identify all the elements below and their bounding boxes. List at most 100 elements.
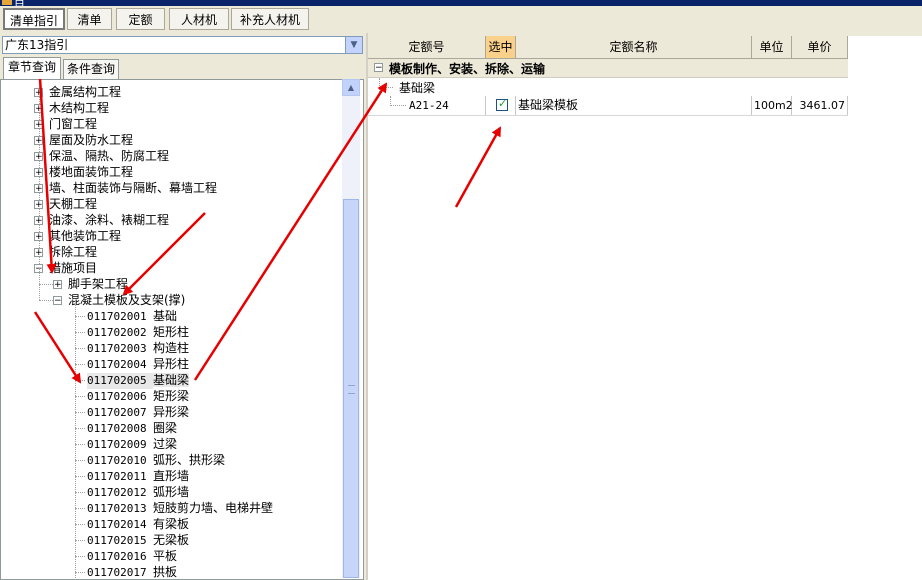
- tree-node[interactable]: + 楼地面装饰工程: [34, 164, 133, 180]
- scroll-up-icon[interactable]: ▲: [342, 79, 360, 96]
- tree-node[interactable]: + 墙、柱面装饰与隔断、幕墙工程: [34, 180, 217, 196]
- tree-leaf[interactable]: 011702008 圈梁: [87, 420, 177, 436]
- tree-leaf[interactable]: 011702001 基础: [87, 308, 177, 324]
- tree-node-label: 门窗工程: [49, 117, 98, 131]
- tab-bill[interactable]: 清单: [67, 8, 112, 30]
- tree-leaf[interactable]: 011702012 弧形墙: [87, 484, 189, 500]
- expand-icon[interactable]: +: [34, 216, 43, 226]
- tree-leaf-code: 011702001: [87, 310, 147, 323]
- tree-node[interactable]: + 拆除工程: [34, 244, 97, 260]
- tree-leaf[interactable]: 011702011 直形墙: [87, 468, 189, 484]
- tree-leaf-code: 011702017: [87, 566, 147, 579]
- tree-node[interactable]: + 脚手架工程: [53, 276, 128, 292]
- tree-leaf-name: 构造柱: [153, 341, 190, 355]
- expand-icon[interactable]: +: [34, 120, 43, 130]
- col-selected[interactable]: 选中: [486, 36, 516, 58]
- chevron-down-icon[interactable]: ▼: [345, 37, 362, 53]
- tree-node-label: 天棚工程: [49, 197, 98, 211]
- expand-icon[interactable]: +: [53, 280, 62, 290]
- tree-node-label: 混凝土模板及支架(撑): [68, 293, 186, 307]
- expand-icon[interactable]: +: [34, 232, 43, 242]
- tree-leaf-code: 011702008: [87, 422, 147, 435]
- tree-leaf[interactable]: 011702004 异形柱: [87, 356, 189, 372]
- tree-leaf-name: 圈梁: [153, 421, 178, 435]
- tree-node[interactable]: + 保温、隔热、防腐工程: [34, 148, 169, 164]
- tree-node[interactable]: + 屋面及防水工程: [34, 132, 133, 148]
- tree-leaf[interactable]: 011702010 弧形、拱形梁: [87, 452, 225, 468]
- tree-node[interactable]: + 金属结构工程: [34, 84, 121, 100]
- tree-leaf-name: 无梁板: [153, 533, 190, 547]
- tree-node[interactable]: − 混凝土模板及支架(撑): [53, 292, 185, 308]
- expand-icon[interactable]: +: [34, 136, 43, 146]
- scroll-thumb[interactable]: [343, 199, 359, 578]
- tree-leaf[interactable]: 011702013 短肢剪力墙、电梯井壁: [87, 500, 273, 516]
- tree-leaf[interactable]: 011702005 基础梁: [87, 372, 190, 389]
- expand-icon[interactable]: +: [34, 168, 43, 178]
- tab-chapter-search[interactable]: 章节查询: [3, 57, 61, 79]
- tree-node[interactable]: + 木结构工程: [34, 100, 109, 116]
- row-quota-code: A21-24: [368, 96, 486, 115]
- tree-leaf[interactable]: 011702016 平板: [87, 548, 177, 564]
- tab-quota[interactable]: 定额: [116, 8, 165, 30]
- tree-node-label: 墙、柱面装饰与隔断、幕墙工程: [49, 181, 218, 195]
- expand-icon[interactable]: +: [34, 104, 43, 114]
- tree-leaf[interactable]: 011702003 构造柱: [87, 340, 189, 356]
- tree-node[interactable]: + 天棚工程: [34, 196, 97, 212]
- col-quota-code[interactable]: 定额号: [368, 36, 486, 58]
- left-panel: 广东13指引 ▼ 章节查询 条件查询 + 金属结构工程 + 木结构工程 + 门窗工程 + 屋面…: [0, 33, 366, 580]
- table-row[interactable]: A21-24 基础梁模板 100m2 3461.07: [368, 96, 848, 116]
- tab-list-guide[interactable]: 清单指引: [3, 8, 65, 30]
- tree-leaf-code: 011702003: [87, 342, 147, 355]
- expand-icon[interactable]: +: [34, 184, 43, 194]
- tree-leaf-name: 矩形梁: [153, 389, 190, 403]
- row-price: 3461.07: [792, 96, 848, 115]
- group-label: 模板制作、安装、拆除、运输: [389, 62, 546, 76]
- tree-leaf[interactable]: 011702006 矩形梁: [87, 388, 189, 404]
- tree-leaf[interactable]: 011702017 拱板: [87, 564, 177, 579]
- collapse-icon[interactable]: −: [53, 296, 62, 306]
- tree-node[interactable]: − 措施项目: [34, 260, 97, 276]
- index-select-value: 广东13指引: [5, 38, 69, 52]
- tree-leaf-name: 有梁板: [153, 517, 190, 531]
- tab-labor-material-machine[interactable]: 人材机: [169, 8, 229, 30]
- tree-node[interactable]: + 其他装饰工程: [34, 228, 121, 244]
- expand-icon[interactable]: +: [34, 200, 43, 210]
- tree-leaf-code: 011702010: [87, 454, 147, 467]
- tree-leaf[interactable]: 011702007 异形梁: [87, 404, 189, 420]
- tree-scrollbar[interactable]: ▲: [342, 79, 360, 578]
- col-price[interactable]: 单价: [792, 36, 848, 58]
- tree-leaf[interactable]: 011702009 过梁: [87, 436, 177, 452]
- expand-icon[interactable]: +: [34, 248, 43, 258]
- expand-icon[interactable]: +: [34, 88, 43, 98]
- tree-node-label: 措施项目: [49, 261, 98, 275]
- collapse-icon[interactable]: −: [374, 63, 383, 73]
- tree-leaf-name: 过梁: [153, 437, 178, 451]
- chapter-tree: + 金属结构工程 + 木结构工程 + 门窗工程 + 屋面及防水工程 + 保温、隔热、防腐工程 + 楼地…: [0, 79, 364, 580]
- tree-leaf-code: 011702009: [87, 438, 147, 451]
- tree-leaf-code: 011702002: [87, 326, 147, 339]
- row-selected-checkbox[interactable]: [496, 97, 508, 111]
- tab-supplement-lmm[interactable]: 补充人材机: [231, 8, 309, 30]
- tree-node[interactable]: + 门窗工程: [34, 116, 97, 132]
- col-unit[interactable]: 单位: [752, 36, 792, 58]
- tree-leaf[interactable]: 011702015 无梁板: [87, 532, 189, 548]
- tree-node-label: 脚手架工程: [68, 277, 129, 291]
- tree-leaf-name: 弧形墙: [153, 485, 190, 499]
- tree-leaf[interactable]: 011702002 矩形柱: [87, 324, 189, 340]
- tree-leaf[interactable]: 011702014 有梁板: [87, 516, 189, 532]
- app-icon: [2, 0, 12, 5]
- index-select[interactable]: 广东13指引 ▼: [2, 36, 363, 54]
- tree-leaf-code: 011702016: [87, 550, 147, 563]
- tree-leaf-name: 基础: [153, 309, 178, 323]
- tree-leaf-code: 011702013: [87, 502, 147, 515]
- group-row[interactable]: − 模板制作、安装、拆除、运输: [368, 59, 848, 78]
- tab-condition-search[interactable]: 条件查询: [63, 59, 119, 79]
- tree-leaf-code: 011702007: [87, 406, 147, 419]
- expand-icon[interactable]: +: [34, 152, 43, 162]
- subgroup-row[interactable]: 基础梁: [368, 78, 848, 96]
- tree-leaf-name: 异形柱: [153, 357, 190, 371]
- tree-node[interactable]: + 油漆、涂料、裱糊工程: [34, 212, 169, 228]
- col-quota-name[interactable]: 定额名称: [516, 36, 752, 58]
- tree-node-label: 油漆、涂料、裱糊工程: [49, 213, 170, 227]
- tree-leaf-name: 异形梁: [153, 405, 190, 419]
